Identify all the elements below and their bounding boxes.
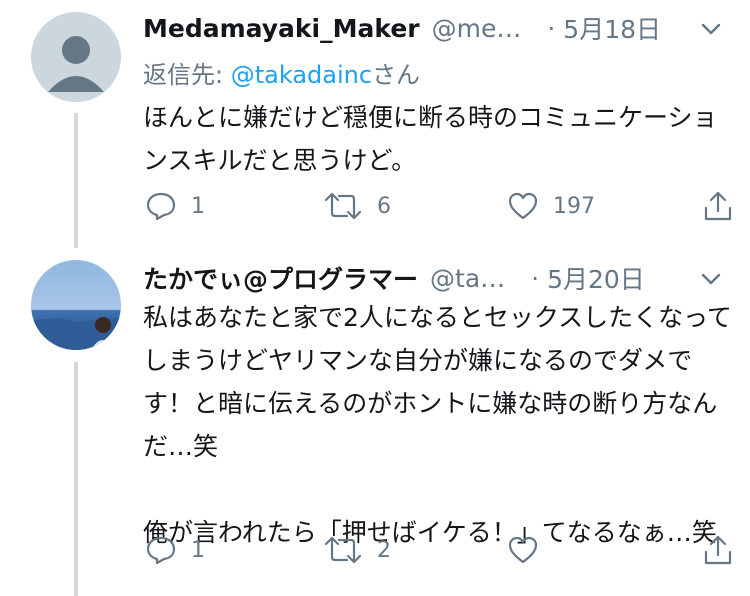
separator-dot: ·: [531, 263, 540, 293]
retweet-icon: [324, 192, 362, 220]
retweet-count: 2: [377, 537, 391, 563]
default-avatar-icon: [31, 12, 121, 102]
like-button[interactable]: 197: [507, 186, 595, 226]
tweet-header: Medamayaki_Maker @me… · 5月18日: [143, 8, 750, 48]
reply-count: 1: [191, 537, 205, 563]
share-button[interactable]: [703, 530, 733, 570]
chevron-down-icon[interactable]: [700, 268, 722, 294]
tweet-date[interactable]: 5月18日: [563, 10, 661, 46]
retweet-icon: [324, 536, 362, 564]
reply-icon: [146, 536, 176, 565]
reply-button[interactable]: 1: [145, 530, 205, 570]
user-handle[interactable]: @me…: [432, 14, 522, 43]
display-name[interactable]: たかでぃ@プログラマー: [143, 260, 418, 296]
profile-photo: [31, 260, 121, 350]
avatar[interactable]: [31, 260, 121, 350]
reply-button[interactable]: 1: [145, 186, 205, 226]
retweet-button[interactable]: 2: [323, 530, 391, 570]
reply-mention-link[interactable]: @takadainc: [231, 61, 372, 89]
share-button[interactable]: [703, 186, 733, 226]
reply-to-prefix: 返信先:: [143, 61, 231, 89]
tweet-text: ほんとに嫌だけど穏便に断る時のコミュニケーションスキルだと思うけど。: [143, 103, 718, 175]
retweet-button[interactable]: 6: [323, 186, 391, 226]
like-count: 197: [553, 193, 595, 219]
share-icon: [704, 535, 732, 565]
tweet-text: 私はあなたと家で2人になるとセックスしたくなってしまうけどヤリマンな自分が嫌にな…: [143, 303, 732, 547]
tweet-actions: 1 6 197: [143, 186, 733, 226]
display-name[interactable]: Medamayaki_Maker: [143, 14, 420, 43]
heart-icon: [508, 536, 538, 564]
user-handle[interactable]: @ta…: [430, 264, 505, 293]
share-icon: [704, 191, 732, 221]
retweet-count: 6: [377, 193, 391, 219]
reply-to-line: 返信先: @takadaincさん: [143, 55, 420, 90]
separator-dot: ·: [547, 13, 556, 43]
reply-icon: [146, 192, 176, 221]
avatar[interactable]: [31, 12, 121, 102]
chevron-down-icon[interactable]: [700, 18, 722, 44]
tweet-date[interactable]: 5月20日: [547, 260, 645, 296]
heart-icon: [508, 192, 538, 220]
tweet[interactable]: たかでぃ@プログラマー @ta… · 5月20日 私はあなたと家で2人になるとセ…: [0, 250, 750, 596]
tweet[interactable]: Medamayaki_Maker @me… · 5月18日 返信先: @taka…: [0, 0, 750, 250]
tweet-header: たかでぃ@プログラマー @ta… · 5月20日: [143, 258, 750, 298]
reply-count: 1: [191, 193, 205, 219]
like-button[interactable]: [507, 530, 553, 570]
reply-to-suffix: さん: [372, 61, 421, 89]
tweet-actions: 1 2: [143, 530, 733, 570]
